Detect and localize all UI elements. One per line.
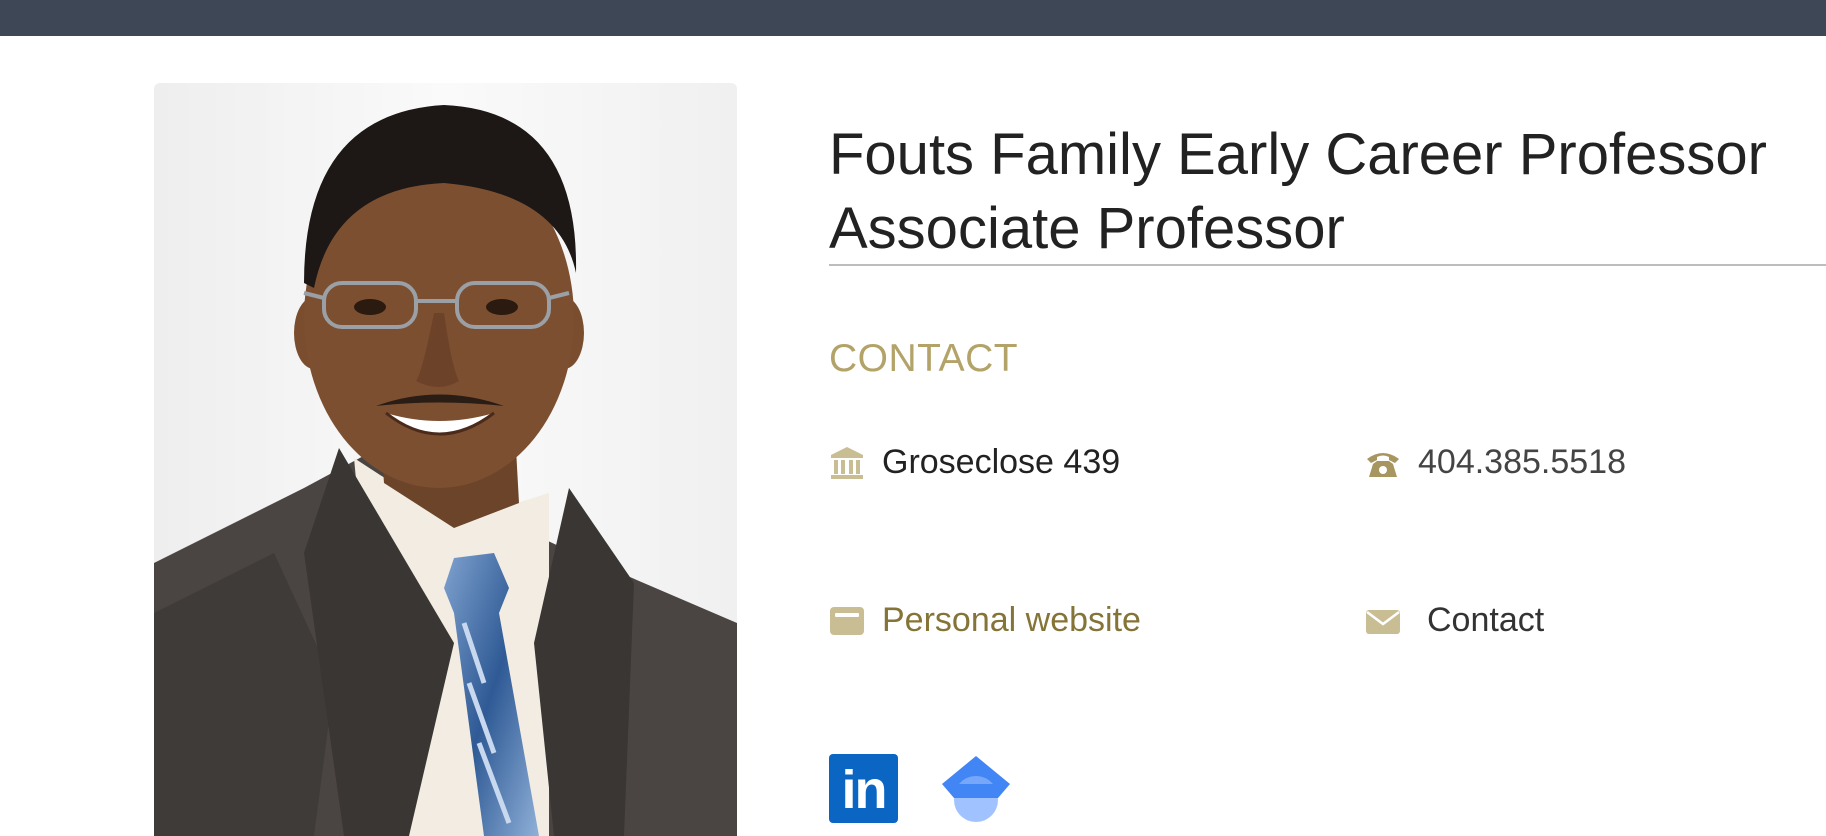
profile-titles: Fouts Family Early Career Professor Asso… xyxy=(829,118,1826,266)
job-title-secondary: Associate Professor xyxy=(829,196,1345,261)
title-divider xyxy=(829,264,1826,266)
top-navigation-bar xyxy=(0,0,1826,36)
contact-heading: CONTACT xyxy=(829,337,1019,380)
profile-photo xyxy=(154,83,737,836)
linkedin-icon[interactable]: in xyxy=(829,754,898,823)
linkedin-logo-text: in xyxy=(841,759,888,820)
office-text: Groseclose 439 xyxy=(882,443,1121,481)
job-title-primary: Fouts Family Early Career Professor xyxy=(829,122,1767,187)
google-scholar-icon[interactable] xyxy=(940,754,1012,826)
email-contact-text[interactable]: Contact xyxy=(1427,601,1544,640)
personal-website-link[interactable]: Personal website xyxy=(829,601,1141,640)
email-contact-link[interactable]: Contact xyxy=(1365,601,1544,640)
envelope-icon xyxy=(1365,603,1401,639)
office-location: Groseclose 439 xyxy=(829,443,1120,482)
phone-icon xyxy=(1365,445,1401,481)
browser-window-icon xyxy=(829,603,865,639)
phone-number[interactable]: 404.385.5518 xyxy=(1365,443,1626,482)
phone-text[interactable]: 404.385.5518 xyxy=(1418,443,1626,482)
building-icon xyxy=(829,445,865,481)
personal-website-text[interactable]: Personal website xyxy=(882,601,1141,640)
